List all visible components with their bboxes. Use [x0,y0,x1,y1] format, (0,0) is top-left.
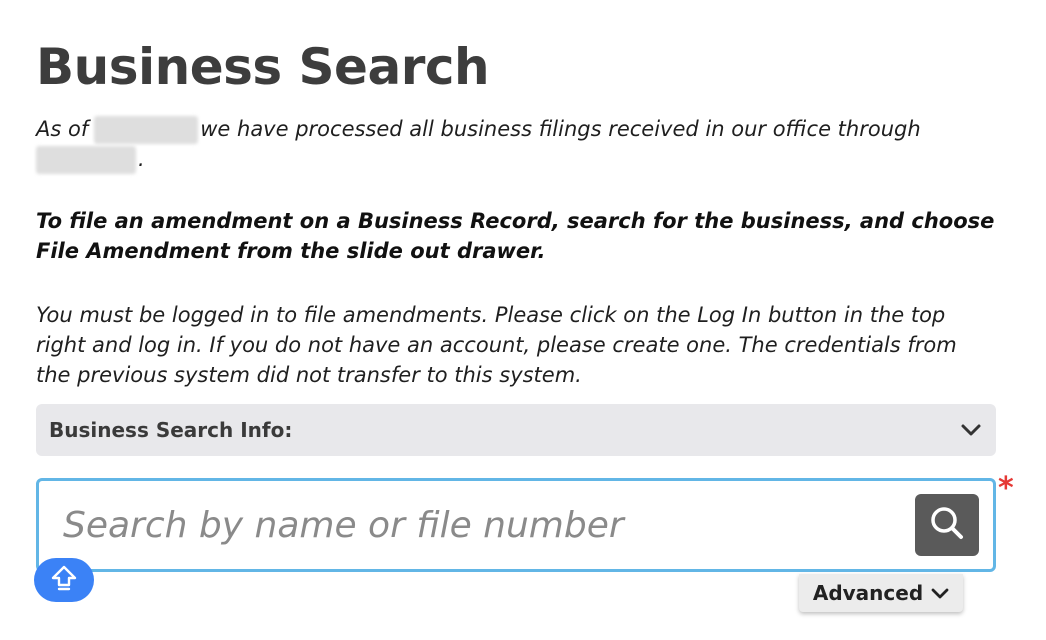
page-title: Business Search [36,38,490,96]
scroll-to-top-button[interactable] [34,558,94,602]
business-search-info-accordion[interactable]: Business Search Info: [36,404,996,456]
intro-middle: we have processed all business filings r… [200,117,921,141]
required-indicator: * [998,471,1014,506]
amendment-instructions: To file an amendment on a Business Recor… [36,209,995,263]
intro-prefix: As of [36,117,89,141]
advanced-search-button[interactable]: Advanced [799,574,963,612]
redacted-date [94,116,199,144]
search-field-container [36,478,996,572]
search-button[interactable] [915,494,979,556]
processing-status-text: As of we have processed all business fili… [36,114,996,174]
chevron-down-icon [960,423,982,437]
intro-suffix: . [138,147,145,171]
redacted-date [36,146,136,174]
accordion-label: Business Search Info: [49,418,293,442]
chevron-down-icon [931,581,949,605]
search-icon [929,505,965,545]
arrow-up-icon [50,564,78,596]
search-input[interactable] [39,494,905,556]
login-instructions: You must be logged in to file amendments… [36,303,957,387]
advanced-label: Advanced [812,581,924,605]
